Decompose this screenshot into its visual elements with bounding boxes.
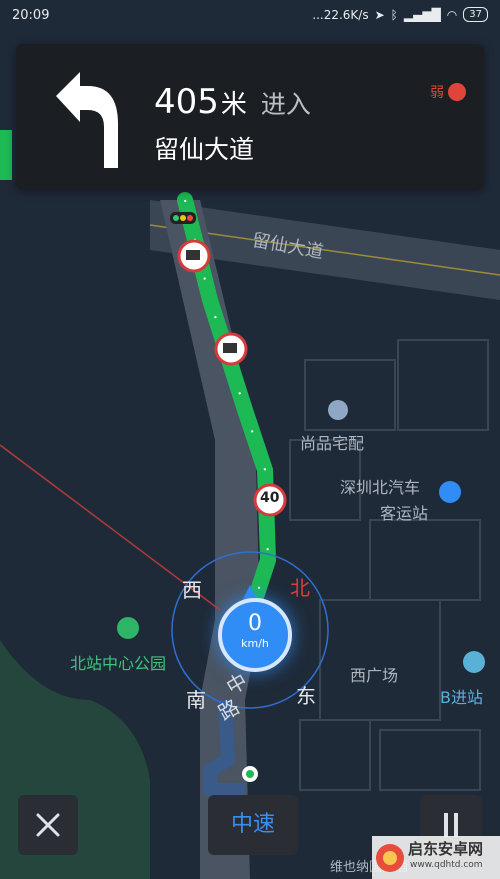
watermark-url: www.qdhtd.com bbox=[410, 860, 483, 870]
poi-label-bus-station-line1[interactable]: 深圳北汽车 bbox=[340, 474, 420, 498]
exit-navigation-button[interactable] bbox=[18, 795, 78, 855]
speed-limit-sign: 40 bbox=[260, 490, 280, 506]
location-icon: ➤ bbox=[374, 7, 385, 22]
compass-south: 南 bbox=[186, 688, 206, 712]
compass-west: 西 bbox=[182, 578, 202, 602]
poi-label-bus-station-line2[interactable]: 客运站 bbox=[380, 500, 428, 524]
status-indicators: ...22.6K/s ➤ ᛒ ▂▄▆█ ◠ 37 bbox=[312, 7, 488, 22]
compass-east: 东 bbox=[296, 684, 316, 708]
gps-signal-indicator[interactable]: 弱 bbox=[430, 82, 466, 102]
speedometer: 0 km/h bbox=[218, 598, 292, 672]
distance-unit: 米 bbox=[220, 90, 247, 120]
battery-icon: 37 bbox=[463, 7, 488, 22]
compass-north: 北 bbox=[290, 576, 310, 600]
status-time: 20:09 bbox=[12, 8, 50, 23]
network-speed: ...22.6K/s bbox=[312, 7, 369, 22]
poi-label-b-entrance[interactable]: B进站 bbox=[440, 684, 483, 708]
turn-distance: 405米 进入 bbox=[154, 82, 311, 125]
turn-action: 进入 bbox=[260, 90, 311, 119]
signal-icon: ▂▄▆█ bbox=[403, 7, 441, 22]
speed-mode-button[interactable]: 中速 bbox=[208, 795, 298, 855]
turn-left-arrow-icon bbox=[56, 72, 118, 168]
speed-unit: km/h bbox=[241, 637, 269, 650]
status-bar: 20:09 ...22.6K/s ➤ ᛒ ▂▄▆█ ◠ 37 bbox=[0, 0, 500, 34]
poi-label-shangpin[interactable]: 尚品宅配 bbox=[300, 430, 364, 454]
speed-value: 0 bbox=[248, 611, 262, 636]
poi-label-park[interactable]: 北站中心公园 bbox=[70, 650, 166, 674]
wifi-icon: ◠ bbox=[446, 7, 458, 22]
satellite-icon bbox=[448, 83, 466, 101]
next-road-name: 留仙大道 bbox=[154, 135, 255, 164]
navigation-screen: 40 留仙大道 尚品宅配 深圳北汽车 客运站 北站中心公园 西广场 B进站 维也… bbox=[0, 0, 500, 879]
close-icon bbox=[36, 813, 60, 837]
gps-signal-label: 弱 bbox=[430, 85, 444, 101]
watermark-name: 启东安卓网 bbox=[408, 840, 484, 858]
bluetooth-icon: ᛒ bbox=[390, 7, 398, 22]
distance-value: 405 bbox=[154, 82, 219, 122]
turn-instruction-card[interactable]: 405米 进入 留仙大道 弱 bbox=[16, 44, 484, 189]
poi-label-west-square[interactable]: 西广场 bbox=[350, 662, 398, 686]
